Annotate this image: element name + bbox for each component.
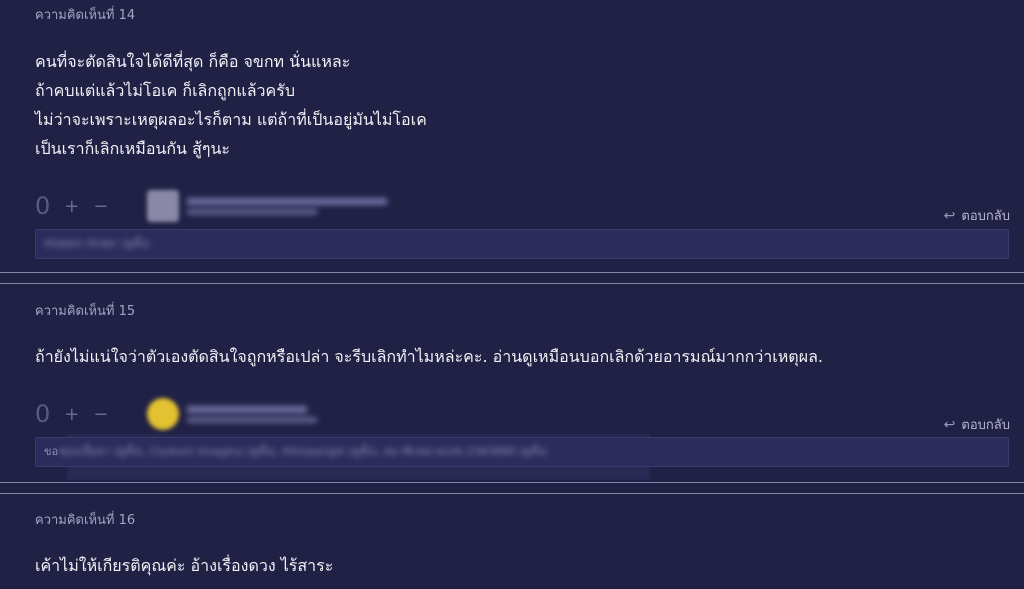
author-meta xyxy=(187,197,387,215)
vote-bar: 0 + − xyxy=(35,192,108,220)
comment-line: เค้าไม่ให้เกียรติคุณค่ะ อ้างเรื่องดวง ไร… xyxy=(35,556,334,575)
comment-label: ความคิดเห็นที่ 16 xyxy=(35,513,136,528)
comment-16: ความคิดเห็นที่ 16 เค้าไม่ให้เกียรติคุณค่… xyxy=(0,494,1024,589)
comment-line: ไม่ว่าจะเพราะเหตุผลอะไรก็ตาม แต่ถ้าที่เป… xyxy=(35,110,427,129)
author-info[interactable] xyxy=(147,190,387,222)
comment-body: เค้าไม่ให้เกียรติคุณค่ะ อ้างเรื่องดวง ไร… xyxy=(35,551,333,580)
vote-bar: 0 + − xyxy=(35,400,108,428)
tags-text: ชอบเนื้อหา (ดูทั้ง), Clydium Imagery (ดู… xyxy=(58,445,548,458)
vote-count: 0 xyxy=(35,192,51,220)
reply-button[interactable]: ↩ ตอบกลับ xyxy=(944,414,1010,435)
comment-line: ถ้ายังไม่แน่ใจว่าตัวเองตัดสินใจถูกหรือเป… xyxy=(35,347,823,366)
comment-body: ถ้ายังไม่แน่ใจว่าตัวเองตัดสินใจถูกหรือเป… xyxy=(35,342,823,371)
comment-body: คนที่จะตัดสินใจได้ดีที่สุด ก็คือ จขกท นั… xyxy=(35,47,427,163)
emotion-tags[interactable]: ขอชอบเนื้อหา (ดูทั้ง), Clydium Imagery (… xyxy=(35,437,1009,467)
reply-button[interactable]: ↩ ตอบกลับ xyxy=(944,205,1010,226)
tags-prefix: ขอ xyxy=(44,445,59,458)
emotion-tags[interactable]: Hidden Order (ดูทั้ง) xyxy=(35,229,1009,259)
minus-icon[interactable]: − xyxy=(93,196,108,217)
comment-14: ความคิดเห็นที่ 14 คนที่จะตัดสินใจได้ดีที… xyxy=(0,0,1024,272)
comment-label: ความคิดเห็นที่ 14 xyxy=(35,8,136,23)
vote-count: 0 xyxy=(35,400,51,428)
author-meta xyxy=(187,405,317,423)
comment-line: คนที่จะตัดสินใจได้ดีที่สุด ก็คือ จขกท นั… xyxy=(35,52,351,71)
comment-label: ความคิดเห็นที่ 15 xyxy=(35,304,136,319)
author-info[interactable] xyxy=(147,398,317,430)
comment-15: ความคิดเห็นที่ 15 ถ้ายังไม่แน่ใจว่าตัวเอ… xyxy=(0,284,1024,482)
reply-arrow-icon: ↩ xyxy=(943,416,956,433)
comment-line: ถ้าคบแต่แล้วไม่โอเค ก็เลิกถูกแล้วครับ xyxy=(35,81,295,100)
avatar[interactable] xyxy=(147,398,179,430)
tags-text: Hidden Order (ดูทั้ง) xyxy=(44,237,150,250)
comment-line: เป็นเราก็เลิกเหมือนกัน สู้ๆนะ xyxy=(35,139,230,158)
avatar[interactable] xyxy=(147,190,179,222)
plus-icon[interactable]: + xyxy=(64,196,79,217)
divider xyxy=(0,272,1024,273)
reply-label: ตอบกลับ xyxy=(961,209,1010,224)
reply-arrow-icon: ↩ xyxy=(943,207,956,224)
reply-label: ตอบกลับ xyxy=(961,418,1010,433)
divider xyxy=(0,482,1024,483)
minus-icon[interactable]: − xyxy=(93,404,108,425)
plus-icon[interactable]: + xyxy=(64,404,79,425)
